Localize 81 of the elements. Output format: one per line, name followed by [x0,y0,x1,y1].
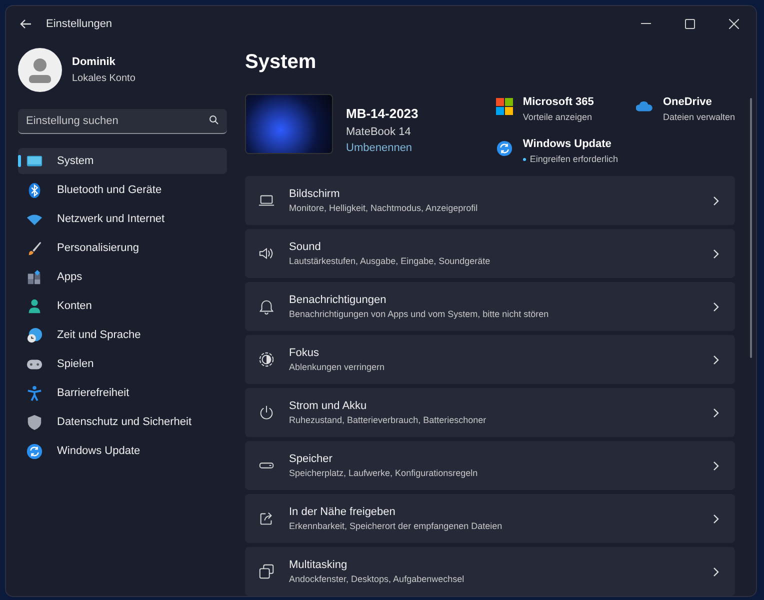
settings-row-title: Strom und Akku [289,398,368,414]
quick-link-title[interactable]: Windows Update [522,136,618,152]
speaker-icon [258,245,275,262]
sync-icon [496,140,513,157]
settings-row[interactable]: Multitasking Andockfenster, Desktops, Aufgabenwechsel [245,547,735,596]
sidebar-item[interactable]: Personalisierung [18,235,227,261]
settings-row-subtitle: Erkennbarkeit, Speicherort der empfangenen Dateien [289,520,504,533]
bluetooth-icon [26,182,43,198]
settings-row[interactable]: Strom und Akku Ruhezustand, Batterieverbrauch, Batterieschoner [245,388,735,437]
chevron-right-icon [713,196,719,206]
minimize-icon [641,23,651,25]
device-model: MateBook 14 [346,124,412,140]
sidebar-item[interactable]: Barrierefreiheit [18,380,227,406]
settings-row-subtitle: Benachrichtigungen von Apps und vom System, bitte nicht stören [289,308,550,321]
chevron-right-icon [713,248,719,258]
settings-row[interactable]: Bildschirm Monitore, Helligkeit, Nachtmodus, Anzeigeprofil [245,176,735,225]
rename-link[interactable]: Umbenennen [346,140,418,156]
power-icon [258,404,275,421]
chevron-right-icon [713,460,719,470]
clock-globe-icon [26,326,43,344]
settings-row-title: Benachrichtigungen [289,292,388,308]
quick-link-subtitle: Eingreifen erforderlich [530,152,618,166]
quick-link-title[interactable]: Microsoft 365 [522,94,594,110]
overlapping-windows-icon [258,563,275,580]
quick-link-title[interactable]: OneDrive [662,94,735,110]
sidebar-item[interactable]: System [18,148,227,174]
device-name: MB-14-2023 [346,105,418,123]
chevron-right-icon [713,302,719,312]
settings-row-subtitle: Ruhezustand, Batterieverbrauch, Batterieschoner [289,414,488,427]
settings-row[interactable]: Speicher Speicherplatz, Laufwerke, Konfigurationsregeln [245,441,735,490]
settings-row-subtitle: Monitore, Helligkeit, Nachtmodus, Anzeigeprofil [289,202,479,215]
search-field[interactable]: Einstellung suchen [18,109,227,134]
sidebar-item[interactable]: Zeit und Sprache [18,322,227,348]
chevron-right-icon [713,354,719,364]
settings-row[interactable]: Fokus Ablenkungen verringern [245,335,735,384]
sidebar-item[interactable]: Windows Update [18,438,227,464]
settings-row-title: In der Nähe freigeben [289,504,396,520]
window-title: Einstellungen [46,16,112,32]
selection-indicator [18,155,21,167]
close-icon [729,19,739,29]
brush-icon [26,240,43,256]
sidebar-item[interactable]: Datenschutz und Sicherheit [18,409,227,435]
back-arrow-icon [20,19,32,29]
settings-row-subtitle: Ablenkungen verringern [289,361,386,374]
search-icon [209,115,219,125]
bell-icon [258,298,275,315]
share-icon [258,510,275,527]
sidebar-item[interactable]: Bluetooth und Geräte [18,177,227,203]
page-title: System [245,50,318,74]
sidebar-item[interactable]: Netzwerk und Internet [18,206,227,232]
settings-row-subtitle: Speicherplatz, Laufwerke, Konfigurationsregeln [289,467,479,480]
settings-row[interactable]: Benachrichtigungen Benachrichtigungen von Apps und vom System, bitte nicht stören [245,282,735,331]
maximize-icon [685,19,695,29]
sync-icon [26,442,43,460]
account-name: Dominik [72,55,116,70]
sidebar-item[interactable]: Spielen [18,351,227,377]
four-squares-icon [496,98,513,115]
sidebar-item[interactable]: Konten [18,293,227,319]
scrollbar-thumb[interactable] [750,98,752,358]
settings-row[interactable]: Sound Lautstärkestufen, Ausgabe, Eingabe, Soundgeräte [245,229,735,278]
settings-row-title: Multitasking [289,558,348,572]
sidebar-item[interactable]: Apps [18,264,227,290]
focus-icon [258,351,275,368]
settings-row-title: Sound [289,240,322,254]
shield-icon [26,414,43,430]
quick-link-subtitle: Dateien verwalten [662,110,735,124]
settings-row-subtitle: Lautstärkestufen, Ausgabe, Eingabe, Soundgeräte [289,255,492,268]
account-type: Lokales Konto [72,72,136,86]
settings-row[interactable]: In der Nähe freigeben Erkennbarkeit, Speicherort der empfangenen Dateien [245,494,735,543]
chevron-right-icon [713,566,719,576]
avatar-icon [18,48,62,92]
settings-row-title: Speicher [289,452,334,466]
settings-row-title: Bildschirm [289,186,341,202]
quick-link-subtitle: Vorteile anzeigen [522,110,592,124]
apps-icon [26,268,43,286]
chevron-right-icon [713,408,719,418]
person-icon [26,298,43,314]
settings-row-title: Fokus [289,346,320,360]
chevron-right-icon [713,514,719,524]
settings-row-subtitle: Andockfenster, Desktops, Aufgabenwechsel [289,573,466,586]
accessibility-icon [26,384,43,402]
